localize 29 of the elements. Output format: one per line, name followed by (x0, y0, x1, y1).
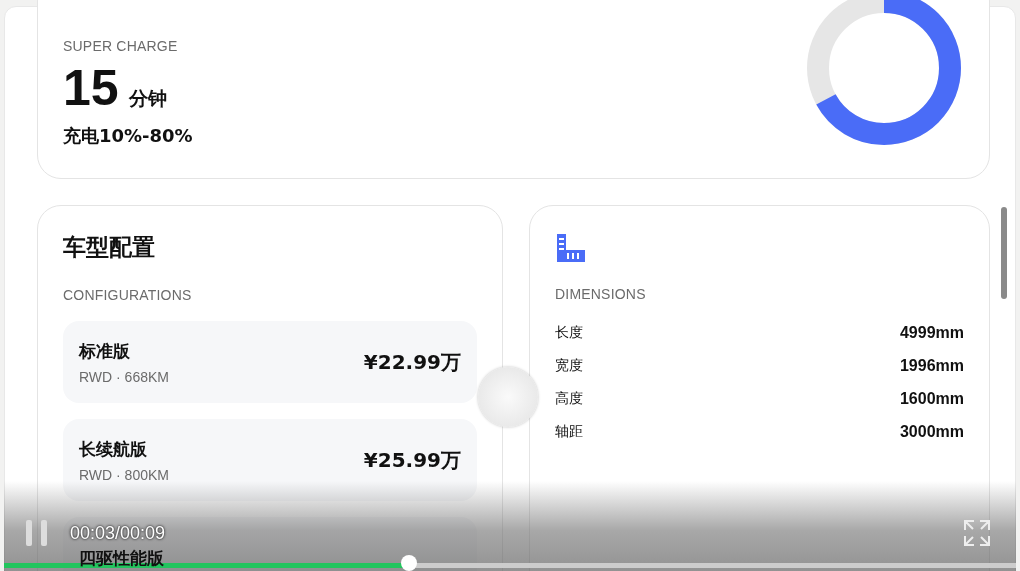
ruler-icon (555, 232, 587, 264)
configurations-title: 车型配置 (63, 233, 156, 262)
dimension-name: 高度 (555, 389, 583, 408)
dimension-value: 4999mm (899, 323, 964, 342)
scrollbar-thumb[interactable] (1001, 207, 1007, 299)
pause-icon[interactable] (26, 520, 48, 546)
configuration-spec: RWD · 800KM (79, 466, 169, 483)
dimension-value: 1600mm (899, 389, 964, 408)
charge-label: SUPER CHARGE (63, 38, 179, 54)
configuration-name: 四驱性能版 (79, 546, 164, 570)
dimension-value: 3000mm (899, 422, 964, 441)
video-time: 00:03/00:09 (70, 522, 166, 544)
configuration-price: ¥25.99万 (363, 446, 461, 474)
charge-range: 充电10%-80% (63, 124, 193, 148)
charge-time-unit: 分钟 (128, 86, 167, 111)
configuration-price: ¥22.99万 (363, 348, 461, 376)
configuration-item[interactable]: 长续航版 RWD · 800KM ¥25.99万 (63, 419, 477, 501)
dimension-name: 宽度 (555, 356, 583, 375)
dimension-name: 轴距 (555, 422, 583, 441)
dimensions-label: DIMENSIONS (555, 286, 647, 302)
fullscreen-icon[interactable] (963, 519, 991, 547)
configuration-name: 标准版 (79, 339, 131, 363)
configuration-name: 长续航版 (79, 437, 148, 461)
configuration-item[interactable]: 标准版 RWD · 668KM ¥22.99万 (63, 321, 477, 403)
charge-time-value: 15 (63, 62, 119, 114)
configuration-spec: RWD · 668KM (79, 368, 169, 385)
configurations-label: CONFIGURATIONS (63, 287, 193, 303)
dimension-name: 长度 (555, 323, 583, 342)
dimension-value: 1996mm (899, 356, 964, 375)
